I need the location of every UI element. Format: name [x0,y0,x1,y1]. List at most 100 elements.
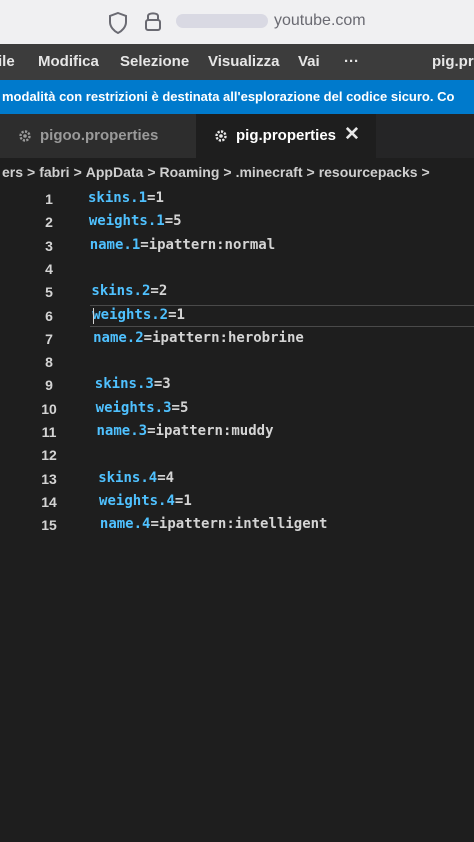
code-line[interactable]: 10 weights.3=5 [0,398,474,420]
tab-strip: pigoo.properties pig.properties ✕ [0,114,474,158]
code-text: name.3=ipattern:muddy [97,423,274,439]
equals-sign: = [164,213,174,230]
line-number: 15 [41,517,57,534]
code-text: name.1=ipattern:normal [90,237,275,253]
code-text: name.4=ipattern:intelligent [100,516,328,532]
line-number: 8 [45,354,53,371]
breadcrumb-item[interactable]: .minecraft [236,164,303,180]
property-key: name.2 [93,329,144,346]
property-value: 3 [162,376,171,393]
property-key: name.3 [96,423,148,439]
property-value: 1 [176,306,185,323]
property-key: name.1 [89,236,141,253]
code-text: skins.2=2 [91,283,167,299]
code-editor[interactable]: 1 skins.1=1 2 weights.1=5 3 name.1=ipattern:n… [0,186,474,842]
code-text: weights.1=5 [89,213,182,229]
property-key: name.4 [99,516,151,533]
code-line[interactable]: 5 skins.2=2 [0,281,474,303]
code-line[interactable]: 15 name.4=ipattern:intelligent [0,514,474,536]
property-value: ipattern:normal [148,236,276,253]
line-number: 5 [45,284,53,301]
menu-selezione[interactable]: Selezione [120,53,189,70]
url-prefix-blurred [176,14,268,28]
property-value: ipattern:intelligent [158,516,328,533]
breadcrumb-separator: > [306,164,315,180]
line-number: 10 [41,400,57,417]
code-line[interactable]: 8 [0,351,474,373]
code-line[interactable]: 13 skins.4=4 [0,468,474,490]
line-number: 9 [45,377,53,394]
breadcrumb-item[interactable]: AppData [86,164,144,180]
menu-modifica[interactable]: Modifica [38,53,99,70]
breadcrumb: ers > fabri > AppData > Roaming > .minecraft > res… [0,158,474,186]
close-icon[interactable]: ✕ [344,123,360,146]
code-line[interactable]: 1 skins.1=1 [0,188,474,210]
property-value: 5 [179,399,189,416]
code-line[interactable]: 6 weights.2=1 [0,304,474,327]
breadcrumb-item[interactable]: Roaming [160,164,220,180]
property-value: 1 [183,492,192,509]
code-line[interactable]: 9 skins.3=3 [0,374,474,396]
code-line[interactable]: 2 weights.1=5 [0,211,474,233]
line-number: 6 [45,307,53,324]
breadcrumb-separator: > [421,164,430,180]
line-number: 14 [41,493,57,510]
property-key: weights.3 [95,399,172,416]
url-text[interactable]: youtube.com [274,12,366,30]
text-cursor [93,307,95,324]
menu-visualizza[interactable]: Visualizza [208,53,279,70]
line-number: 4 [45,260,53,277]
menu-file[interactable]: ile [0,53,15,70]
line-number: 3 [45,237,53,254]
browser-address-bar: youtube.com [0,0,474,44]
breadcrumb-item[interactable]: ers [2,164,23,180]
code-line[interactable]: 7 name.2=ipattern:herobrine [0,328,474,350]
equals-sign: = [168,306,177,323]
breadcrumb-separator: > [73,164,82,180]
line-number: 13 [41,470,57,487]
menu-vai[interactable]: Vai [298,53,320,70]
equals-sign: = [153,376,163,393]
line-number: 12 [41,447,57,464]
property-value: ipattern:muddy [155,423,274,439]
breadcrumb-item[interactable]: fabri [39,164,69,180]
code-text: skins.1=1 [88,190,164,206]
property-key: skins.3 [94,376,154,393]
tab-label: pigoo.properties [40,127,159,144]
window-title: pig.pro [432,53,474,70]
code-text: weights.2=1 [92,307,185,323]
property-value: ipattern:herobrine [152,329,304,346]
code-line[interactable]: 3 name.1=ipattern:normal [0,235,474,257]
code-text: name.2=ipattern:herobrine [93,330,304,346]
line-number: 7 [45,330,53,347]
property-value: 2 [158,283,168,300]
restricted-mode-banner[interactable]: modalità con restrizioni è destinata all… [0,80,474,114]
equals-sign: = [140,236,149,253]
breadcrumb-item[interactable]: resourcepacks [319,164,418,180]
lock-icon[interactable] [144,10,162,32]
property-key: weights.4 [99,492,175,509]
code-text: skins.4=4 [98,470,174,486]
line-number: 11 [41,424,57,440]
tab-pigoo-properties[interactable]: pigoo.properties [0,114,196,158]
code-line[interactable]: 4 [0,258,474,280]
equals-sign: = [143,329,153,346]
code-text: weights.4=1 [99,493,192,509]
menu-more[interactable]: ··· [344,53,359,70]
tab-pig-properties[interactable]: pig.properties ✕ [196,114,376,158]
code-line[interactable]: 12 [0,444,474,466]
code-line[interactable]: 14 weights.4=1 [0,491,474,513]
code-line[interactable]: 11 name.3=ipattern:muddy [0,421,474,443]
equals-sign: = [150,283,159,300]
breadcrumb-separator: > [147,164,156,180]
banner-text: modalità con restrizioni è destinata all… [2,89,455,104]
property-key: skins.4 [98,469,158,486]
gear-icon [215,130,227,142]
shield-icon[interactable] [108,12,128,34]
code-text: weights.3=5 [96,400,189,416]
breadcrumb-separator: > [223,164,232,180]
property-value: 1 [155,190,164,206]
property-value: 4 [165,469,175,486]
equals-sign: = [171,399,180,416]
property-key: skins.2 [91,283,151,300]
